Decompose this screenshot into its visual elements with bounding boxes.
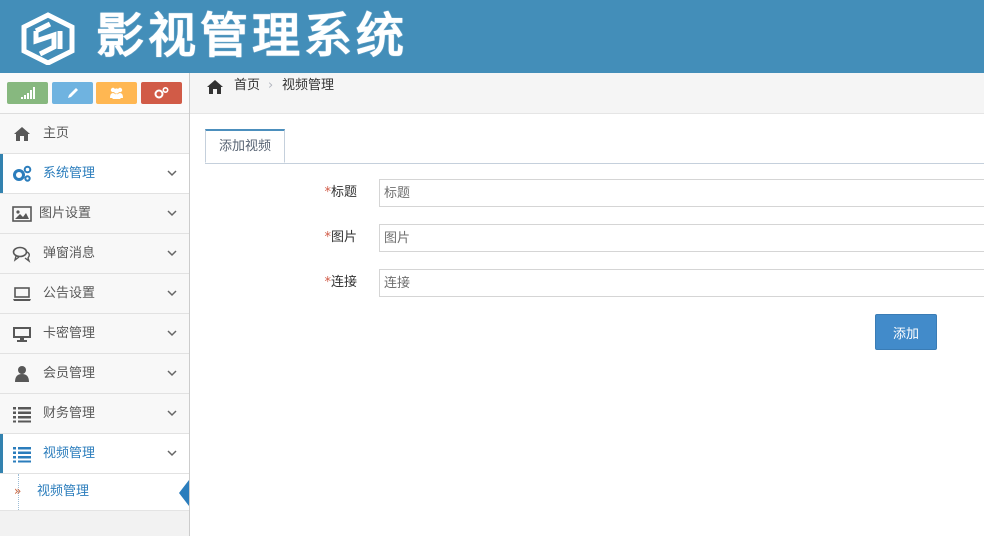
link-input[interactable] [379, 269, 984, 297]
breadcrumb-separator-icon: › [268, 78, 274, 93]
sidebar-item-label: 公告设置 [43, 286, 96, 301]
shortcut-pencil-button[interactable] [52, 82, 93, 104]
sidebar-item-home[interactable]: 主页 [0, 114, 189, 154]
chevron-down-icon [167, 210, 177, 217]
chevron-down-icon [167, 410, 177, 417]
shortcut-signal-button[interactable] [7, 82, 48, 104]
sidebar-item-label: 财务管理 [43, 406, 96, 421]
sidebar-item-label: 主页 [43, 126, 70, 141]
sidebar-item-label: 会员管理 [43, 366, 96, 381]
cogs-icon [13, 165, 32, 182]
sidebar-item-popup-messages[interactable]: 弹窗消息 [0, 234, 189, 274]
app-title: 影视管理系统 [96, 8, 409, 64]
picture-icon [12, 206, 32, 222]
active-indicator-arrow [179, 480, 189, 506]
sidebar-subitem-label: 视频管理 [37, 484, 90, 499]
pencil-icon [68, 88, 78, 98]
chevron-down-icon [167, 330, 177, 337]
sidebar-item-announcements[interactable]: 公告设置 [0, 274, 189, 314]
desktop-icon [13, 327, 31, 342]
title-input[interactable] [379, 179, 984, 207]
chevron-down-icon [167, 290, 177, 297]
add-button[interactable]: 添加 [875, 314, 937, 350]
sidebar-shortcuts [0, 73, 189, 114]
sidebar-item-label: 图片设置 [39, 206, 92, 221]
breadcrumb-home-link[interactable]: 首页 [234, 73, 260, 99]
chevron-down-icon [167, 370, 177, 377]
sidebar-item-label: 视频管理 [43, 446, 96, 461]
list-icon [13, 407, 31, 423]
double-angle-right-icon: » [14, 484, 22, 498]
form-row-title: *标题 [190, 179, 984, 207]
chevron-down-icon [167, 170, 177, 177]
home-icon [14, 127, 30, 141]
tab-bar: 添加视频 [205, 129, 984, 164]
sidebar-item-pictures[interactable]: 图片设置 [0, 194, 189, 234]
tab-add-video[interactable]: 添加视频 [205, 129, 285, 163]
sidebar-item-video-management[interactable]: 视频管理 [0, 434, 189, 474]
image-input[interactable] [379, 224, 984, 252]
link-label: *连接 [324, 275, 357, 290]
sidebar-item-label: 卡密管理 [43, 326, 96, 341]
sidebar-item-label: 系统管理 [43, 166, 96, 181]
top-header: 影视管理系统 [0, 0, 984, 73]
home-icon [207, 80, 223, 94]
sidebar-item-system[interactable]: 系统管理 [0, 154, 189, 194]
sidebar: 主页 系统管理 图片设置 弹窗消息 公告设置 卡密管理 会员管理 财务管理 视频… [0, 73, 190, 536]
laptop-icon [13, 287, 31, 301]
cogs-icon [154, 86, 169, 99]
breadcrumb: 首页 › 视频管理 [190, 73, 984, 114]
form-row-image: *图片 [190, 224, 984, 252]
shortcut-users-button[interactable] [96, 82, 137, 104]
signal-icon [21, 87, 35, 99]
comments-icon [12, 246, 31, 263]
image-label: *图片 [324, 230, 357, 245]
sidebar-item-finance[interactable]: 财务管理 [0, 394, 189, 434]
logo-icon [21, 12, 75, 65]
breadcrumb-current: 视频管理 [282, 78, 335, 93]
form-row-link: *连接 [190, 269, 984, 297]
chevron-down-icon [167, 250, 177, 257]
list-icon [13, 447, 31, 463]
user-icon [15, 366, 29, 382]
sidebar-item-label: 弹窗消息 [43, 246, 96, 261]
users-icon [110, 87, 123, 99]
title-label: *标题 [324, 185, 357, 200]
sidebar-item-card-keys[interactable]: 卡密管理 [0, 314, 189, 354]
shortcut-cogs-button[interactable] [141, 82, 182, 104]
sidebar-subitem-video-management[interactable]: » 视频管理 [0, 474, 189, 511]
chevron-down-icon [167, 450, 177, 457]
sidebar-item-members[interactable]: 会员管理 [0, 354, 189, 394]
